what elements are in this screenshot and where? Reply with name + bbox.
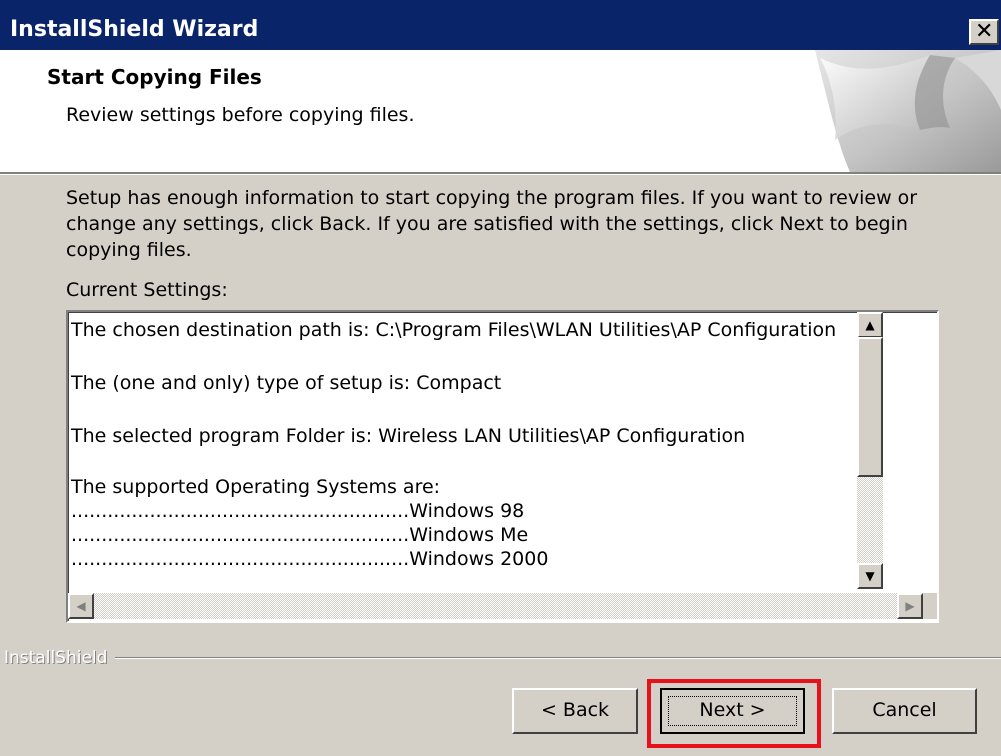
scroll-right-button[interactable]: ▶ (897, 593, 923, 619)
close-button[interactable]: ✕ (969, 19, 999, 45)
wizard-header: Start Copying Files Review settings befo… (0, 50, 1001, 172)
list-item: ........................................… (71, 548, 549, 570)
window-title: InstallShield Wizard (10, 17, 259, 42)
scroll-left-button[interactable]: ◀ (68, 593, 94, 619)
close-icon: ✕ (975, 19, 994, 44)
vertical-scroll-thumb[interactable] (857, 337, 883, 477)
list-item: ........................................… (71, 500, 525, 522)
list-item: The chosen destination path is: C:\Progr… (71, 319, 837, 341)
page-title: Start Copying Files (47, 65, 262, 89)
scroll-up-button[interactable]: ▲ (857, 312, 883, 338)
title-bar[interactable]: InstallShield Wizard ✕ (0, 0, 1001, 50)
arrow-left-icon: ◀ (76, 599, 86, 613)
header-graphic (815, 50, 1001, 172)
list-item: The supported Operating Systems are: (71, 476, 441, 498)
page-subtitle: Review settings before copying files. (66, 104, 415, 126)
intro-line-2: change any settings, click Back. If you … (66, 213, 908, 235)
installshield-window: InstallShield Wizard ✕ Start Copying Fil… (0, 0, 1001, 756)
list-item: ........................................… (71, 524, 529, 546)
back-button[interactable]: < Back (512, 688, 638, 734)
arrow-up-icon: ▲ (865, 318, 875, 332)
settings-listbox[interactable]: The chosen destination path is: C:\Progr… (66, 310, 939, 623)
scroll-corner (923, 593, 937, 619)
cancel-button[interactable]: Cancel (832, 688, 977, 734)
intro-line-3: copying files. (66, 239, 192, 261)
listbox-frame: The chosen destination path is: C:\Progr… (68, 312, 937, 621)
horizontal-scroll-track[interactable] (94, 593, 923, 619)
current-settings-label: Current Settings: (66, 279, 228, 301)
brand-label: InstallShield (4, 647, 116, 669)
arrow-right-icon: ▶ (905, 599, 915, 613)
header-separator (0, 172, 1001, 175)
arrow-down-icon: ▼ (865, 569, 875, 583)
intro-line-1: Setup has enough information to start co… (66, 187, 918, 209)
scroll-down-button[interactable]: ▼ (857, 563, 883, 589)
list-item: The (one and only) type of setup is: Com… (71, 372, 502, 394)
highlight-box (647, 679, 821, 748)
list-item: The selected program Folder is: Wireless… (71, 425, 746, 447)
footer-separator (4, 657, 1001, 659)
